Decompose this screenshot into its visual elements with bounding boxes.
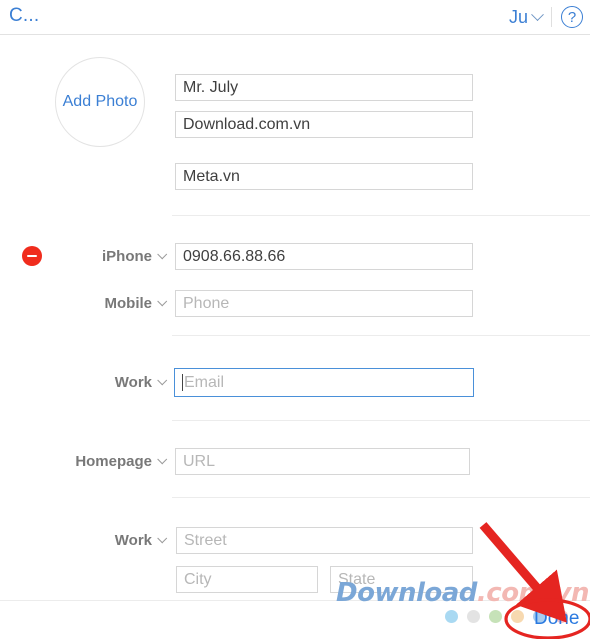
- email-placeholder: Email: [184, 373, 225, 391]
- add-photo-button[interactable]: Add Photo: [55, 57, 145, 147]
- color-dot-green[interactable]: [489, 610, 502, 623]
- section-divider: [172, 497, 590, 498]
- phone-type-selector-mobile[interactable]: Mobile: [60, 290, 168, 317]
- last-name-field[interactable]: Download.com.vn: [175, 111, 473, 138]
- color-dot-gray[interactable]: [467, 610, 480, 623]
- chevron-down-icon: [157, 375, 168, 386]
- minus-circle-icon[interactable]: [22, 246, 42, 266]
- email-type-label: Work: [114, 374, 152, 391]
- company-field[interactable]: Meta.vn: [175, 163, 473, 190]
- url-type-label: Homepage: [75, 453, 152, 470]
- chevron-down-icon: [157, 454, 168, 465]
- color-dot-orange[interactable]: [511, 610, 524, 623]
- address-type-selector-work[interactable]: Work: [60, 527, 168, 554]
- chevron-down-icon: [157, 296, 168, 307]
- section-divider: [172, 420, 590, 421]
- phone-value-field-iphone[interactable]: 0908.66.88.66: [175, 243, 473, 270]
- account-menu-button[interactable]: Ju: [509, 7, 551, 28]
- chevron-down-icon: [157, 249, 168, 260]
- watermark-suffix: .com.vn: [476, 578, 590, 608]
- color-dot-blue[interactable]: [445, 610, 458, 623]
- app-header: C... Ju ?: [0, 0, 590, 35]
- first-name-field[interactable]: Mr. July: [175, 74, 473, 101]
- phone-type-label: iPhone: [101, 248, 152, 265]
- section-divider: [172, 335, 590, 336]
- phone-type-label: Mobile: [104, 295, 153, 312]
- address-type-label: Work: [114, 532, 152, 549]
- header-divider: [551, 7, 552, 27]
- help-circle-icon[interactable]: ?: [561, 6, 583, 28]
- done-button[interactable]: Done: [534, 608, 579, 630]
- section-divider: [172, 215, 590, 216]
- watermark-main: Download: [336, 578, 477, 608]
- account-menu-label: Ju: [508, 6, 528, 27]
- phone-type-selector-iphone[interactable]: iPhone: [60, 243, 168, 270]
- page-title[interactable]: C...: [9, 5, 39, 27]
- url-type-selector-homepage[interactable]: Homepage: [50, 448, 168, 475]
- add-photo-label: Add Photo: [62, 93, 138, 110]
- watermark: Download.com.vn: [336, 578, 589, 608]
- text-caret: [182, 374, 183, 391]
- phone-value-field-mobile[interactable]: Phone: [175, 290, 473, 317]
- header-actions: Ju ?: [509, 3, 583, 31]
- address-city-field[interactable]: City: [176, 566, 318, 593]
- address-street-field[interactable]: Street: [176, 527, 473, 554]
- email-value-field[interactable]: Email: [174, 368, 474, 397]
- chevron-down-icon: [157, 533, 168, 544]
- email-type-selector-work[interactable]: Work: [60, 369, 168, 396]
- url-value-field[interactable]: URL: [175, 448, 470, 475]
- chevron-down-icon: [531, 7, 544, 21]
